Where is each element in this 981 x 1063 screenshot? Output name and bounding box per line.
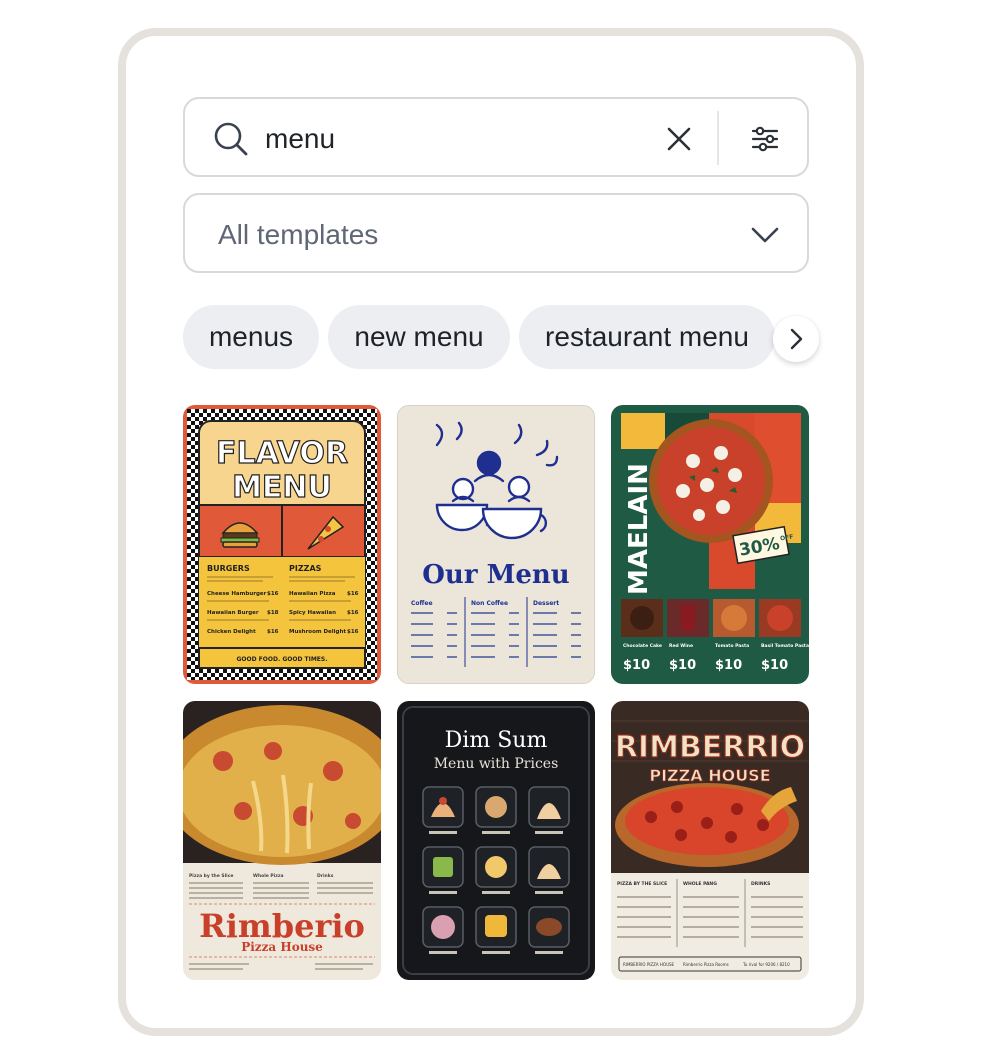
maelain-item: Basil Tomato Pasta bbox=[761, 643, 809, 649]
chip-menus[interactable]: menus bbox=[183, 305, 319, 369]
maelain-item: Red Wine bbox=[669, 643, 693, 649]
template-card-dim-sum[interactable]: Dim Sum Menu with Prices bbox=[397, 701, 595, 980]
rimberrio-section: WHOLE PANG bbox=[683, 881, 717, 887]
template-type-value: All templates bbox=[218, 219, 379, 250]
menu-column-heading: Non Coffee bbox=[471, 600, 508, 607]
flavor-price: $18 bbox=[267, 610, 279, 616]
template-thumbnail: RIMBERRIO PIZZA HOUSE PIZZA BY THE SLICE… bbox=[611, 701, 809, 980]
menu-column-heading: Dessert bbox=[533, 600, 559, 607]
rimberrio-footer: Tu rival for 9206 / 8210 bbox=[742, 962, 790, 967]
menu-column-heading: Coffee bbox=[411, 600, 433, 607]
flavor-item: Spicy Hawaiian bbox=[289, 610, 336, 616]
phone-frame: menu All templates menus new menu restau… bbox=[118, 28, 864, 1036]
dimsum-title: Dim Sum bbox=[445, 728, 548, 753]
template-card-flavor-menu[interactable]: FLAVOR MENU BURGERS PIZZAS Cheese Hambur… bbox=[183, 405, 381, 684]
maelain-price: $10 bbox=[623, 658, 650, 673]
rimberrio-title: RIMBERRIO bbox=[615, 730, 805, 765]
flavor-heading-pizzas: PIZZAS bbox=[289, 564, 322, 573]
flavor-item: Mushroom Delight bbox=[289, 629, 346, 635]
rimberio-section: Drinks bbox=[317, 873, 334, 879]
flavor-item: Hawaiian Pizza bbox=[289, 591, 336, 597]
dimsum-subtitle: Menu with Prices bbox=[434, 756, 559, 772]
chip-new-menu[interactable]: new menu bbox=[328, 305, 510, 369]
pizza-photo bbox=[615, 783, 799, 867]
rimberrio-subtitle: PIZZA HOUSE bbox=[649, 766, 770, 785]
template-grid: FLAVOR MENU BURGERS PIZZAS Cheese Hambur… bbox=[183, 405, 809, 981]
flavor-title-1: FLAVOR bbox=[216, 436, 348, 471]
flavor-price: $16 bbox=[347, 610, 359, 616]
maelain-item: Chocolate Cake bbox=[623, 643, 662, 649]
template-thumbnail: Dim Sum Menu with Prices bbox=[397, 701, 595, 980]
chevron-down-icon bbox=[751, 227, 779, 243]
flavor-price: $16 bbox=[267, 591, 279, 597]
template-card-rimberio[interactable]: Pizza by the Slice Whole Pizza Drinks Ri… bbox=[183, 701, 381, 980]
maelain-item: Tomato Pasta bbox=[715, 643, 749, 649]
suggestion-chips: menus new menu restaurant menu bbox=[183, 305, 809, 369]
flavor-heading-burgers: BURGERS bbox=[207, 564, 250, 573]
chips-scroll-right-button[interactable] bbox=[773, 316, 819, 362]
search-bar[interactable]: menu bbox=[183, 97, 809, 177]
maelain-price: $10 bbox=[715, 658, 742, 673]
chip-restaurant-menu[interactable]: restaurant menu bbox=[519, 305, 775, 369]
rimberio-subtitle: Pizza House bbox=[241, 940, 323, 954]
rimberio-section: Pizza by the Slice bbox=[189, 873, 233, 879]
pizza-photo bbox=[649, 419, 773, 543]
search-divider bbox=[717, 111, 719, 165]
template-thumbnail: MAELAIN 30% OFF Chocolate Cake Red Wine … bbox=[611, 405, 809, 684]
search-icon bbox=[214, 122, 248, 156]
rimberrio-footer: RIMBERRIO PIZZA HOUSE bbox=[623, 962, 675, 967]
flavor-price: $16 bbox=[347, 629, 359, 635]
template-card-rimberrio-pizza-house[interactable]: RIMBERRIO PIZZA HOUSE PIZZA BY THE SLICE… bbox=[611, 701, 809, 980]
close-icon[interactable] bbox=[661, 121, 697, 157]
pizza-photo bbox=[183, 701, 381, 865]
rimberrio-section: PIZZA BY THE SLICE bbox=[617, 881, 667, 887]
our-menu-title: Our Menu bbox=[422, 560, 570, 590]
template-thumbnail: Our Menu Coffee Non Coffee Dessert bbox=[397, 405, 595, 684]
flavor-price: $16 bbox=[267, 629, 279, 635]
rimberio-section: Whole Pizza bbox=[253, 873, 284, 879]
rimberrio-footer: Rimberrio Pizza Rooms bbox=[683, 962, 729, 967]
sliders-icon[interactable] bbox=[745, 119, 785, 159]
flavor-price: $16 bbox=[347, 591, 359, 597]
flavor-title-2: MENU bbox=[232, 470, 332, 505]
template-card-maelain[interactable]: MAELAIN 30% OFF Chocolate Cake Red Wine … bbox=[611, 405, 809, 684]
search-input[interactable]: menu bbox=[265, 121, 335, 157]
template-thumbnail: Pizza by the Slice Whole Pizza Drinks Ri… bbox=[183, 701, 381, 980]
flavor-item: Cheese Hamburger bbox=[207, 591, 267, 597]
maelain-price: $10 bbox=[669, 658, 696, 673]
template-card-our-menu[interactable]: Our Menu Coffee Non Coffee Dessert bbox=[397, 405, 595, 684]
template-thumbnail: FLAVOR MENU BURGERS PIZZAS Cheese Hambur… bbox=[183, 405, 381, 684]
template-type-select[interactable]: All templates bbox=[183, 193, 809, 273]
flavor-item: Hawaiian Burger bbox=[207, 610, 259, 616]
screen: menu All templates menus new menu restau… bbox=[126, 36, 856, 1028]
chevron-right-icon bbox=[790, 328, 803, 350]
flavor-footer: GOOD FOOD. GOOD TIMES. bbox=[236, 656, 327, 663]
maelain-price: $10 bbox=[761, 658, 788, 673]
flavor-item: Chicken Delight bbox=[207, 629, 256, 635]
rimberrio-section: DRINKS bbox=[751, 881, 770, 887]
